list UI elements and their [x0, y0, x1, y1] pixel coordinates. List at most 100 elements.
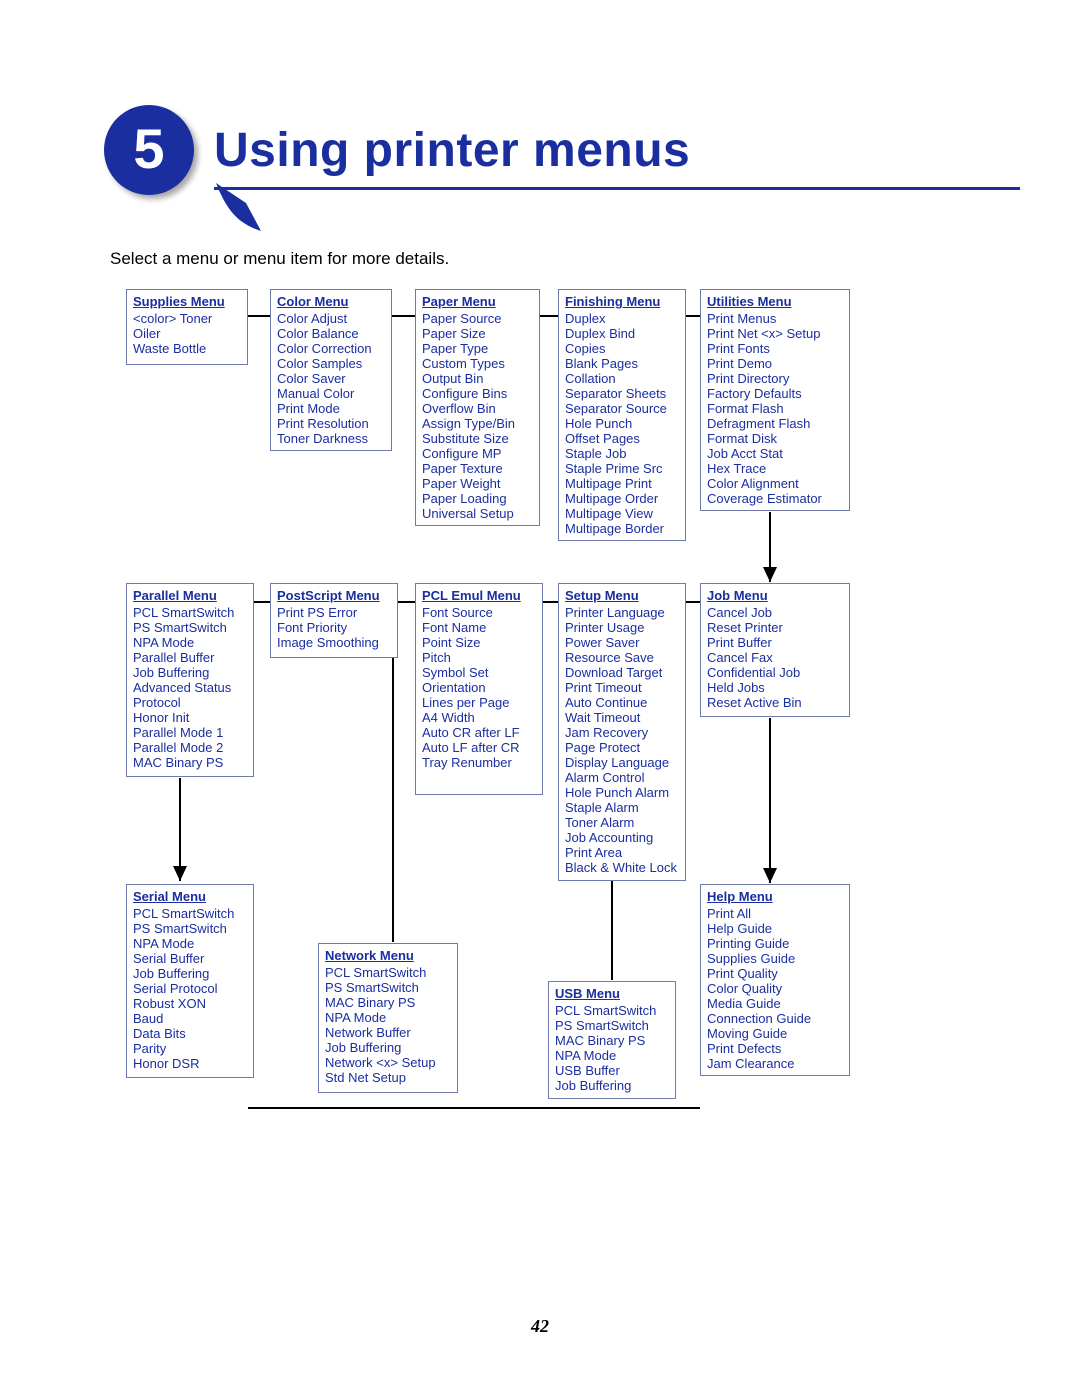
menu-item-link[interactable]: Coverage Estimator — [707, 491, 843, 506]
menu-item-link[interactable]: Honor Init — [133, 710, 247, 725]
menu-item-link[interactable]: Color Balance — [277, 326, 385, 341]
menu-title-link[interactable]: Finishing Menu — [565, 294, 679, 309]
menu-item-link[interactable]: Job Buffering — [325, 1040, 451, 1055]
menu-item-link[interactable]: Print Timeout — [565, 680, 679, 695]
menu-item-link[interactable]: Print Demo — [707, 356, 843, 371]
menu-item-link[interactable]: Parity — [133, 1041, 247, 1056]
menu-item-link[interactable]: Page Protect — [565, 740, 679, 755]
menu-item-link[interactable]: Advanced Status — [133, 680, 247, 695]
menu-item-link[interactable]: Auto Continue — [565, 695, 679, 710]
menu-item-link[interactable]: Duplex Bind — [565, 326, 679, 341]
menu-item-link[interactable]: PS SmartSwitch — [133, 620, 247, 635]
menu-item-link[interactable]: Image Smoothing — [277, 635, 391, 650]
menu-item-link[interactable]: Oiler — [133, 326, 241, 341]
menu-item-link[interactable]: Factory Defaults — [707, 386, 843, 401]
menu-item-link[interactable]: Print PS Error — [277, 605, 391, 620]
menu-item-link[interactable]: Overflow Bin — [422, 401, 533, 416]
menu-item-link[interactable]: Print Buffer — [707, 635, 843, 650]
menu-item-link[interactable]: Staple Prime Src — [565, 461, 679, 476]
menu-item-link[interactable]: Print Resolution — [277, 416, 385, 431]
menu-item-link[interactable]: Held Jobs — [707, 680, 843, 695]
menu-item-link[interactable]: Multipage View — [565, 506, 679, 521]
menu-item-link[interactable]: Symbol Set — [422, 665, 536, 680]
menu-title-link[interactable]: Paper Menu — [422, 294, 533, 309]
menu-item-link[interactable]: NPA Mode — [133, 635, 247, 650]
menu-item-link[interactable]: Multipage Border — [565, 521, 679, 536]
menu-item-link[interactable]: PCL SmartSwitch — [133, 906, 247, 921]
menu-item-link[interactable]: Paper Source — [422, 311, 533, 326]
menu-item-link[interactable]: Defragment Flash — [707, 416, 843, 431]
menu-item-link[interactable]: Honor DSR — [133, 1056, 247, 1071]
menu-item-link[interactable]: Substitute Size — [422, 431, 533, 446]
menu-item-link[interactable]: Wait Timeout — [565, 710, 679, 725]
menu-item-link[interactable]: Serial Buffer — [133, 951, 247, 966]
menu-item-link[interactable]: Printer Usage — [565, 620, 679, 635]
menu-item-link[interactable]: MAC Binary PS — [555, 1033, 669, 1048]
menu-item-link[interactable]: MAC Binary PS — [325, 995, 451, 1010]
menu-item-link[interactable]: Print Mode — [277, 401, 385, 416]
menu-title-link[interactable]: Help Menu — [707, 889, 843, 904]
menu-item-link[interactable]: Multipage Order — [565, 491, 679, 506]
menu-item-link[interactable]: Auto LF after CR — [422, 740, 536, 755]
menu-item-link[interactable]: Print Net <x> Setup — [707, 326, 843, 341]
menu-item-link[interactable]: Baud — [133, 1011, 247, 1026]
menu-item-link[interactable]: Media Guide — [707, 996, 843, 1011]
menu-title-link[interactable]: Job Menu — [707, 588, 843, 603]
menu-title-link[interactable]: PostScript Menu — [277, 588, 391, 603]
menu-item-link[interactable]: Hole Punch — [565, 416, 679, 431]
menu-item-link[interactable]: Print Defects — [707, 1041, 843, 1056]
menu-item-link[interactable]: Waste Bottle — [133, 341, 241, 356]
menu-item-link[interactable]: Print Area — [565, 845, 679, 860]
menu-item-link[interactable]: PCL SmartSwitch — [325, 965, 451, 980]
menu-item-link[interactable]: Configure Bins — [422, 386, 533, 401]
menu-item-link[interactable]: NPA Mode — [133, 936, 247, 951]
menu-item-link[interactable]: Confidential Job — [707, 665, 843, 680]
menu-item-link[interactable]: Point Size — [422, 635, 536, 650]
menu-item-link[interactable]: Black & White Lock — [565, 860, 679, 875]
menu-item-link[interactable]: USB Buffer — [555, 1063, 669, 1078]
menu-item-link[interactable]: PCL SmartSwitch — [555, 1003, 669, 1018]
menu-item-link[interactable]: Color Alignment — [707, 476, 843, 491]
menu-title-link[interactable]: Serial Menu — [133, 889, 247, 904]
menu-item-link[interactable]: Reset Printer — [707, 620, 843, 635]
menu-item-link[interactable]: Font Name — [422, 620, 536, 635]
menu-item-link[interactable]: Toner Darkness — [277, 431, 385, 446]
menu-item-link[interactable]: Reset Active Bin — [707, 695, 843, 710]
menu-item-link[interactable]: Lines per Page — [422, 695, 536, 710]
menu-item-link[interactable]: Paper Type — [422, 341, 533, 356]
menu-item-link[interactable]: PCL SmartSwitch — [133, 605, 247, 620]
menu-item-link[interactable]: Collation — [565, 371, 679, 386]
menu-item-link[interactable]: Copies — [565, 341, 679, 356]
menu-item-link[interactable]: Print Fonts — [707, 341, 843, 356]
menu-item-link[interactable]: Duplex — [565, 311, 679, 326]
menu-title-link[interactable]: PCL Emul Menu — [422, 588, 536, 603]
menu-item-link[interactable]: Output Bin — [422, 371, 533, 386]
menu-item-link[interactable]: Protocol — [133, 695, 247, 710]
menu-item-link[interactable]: Format Disk — [707, 431, 843, 446]
menu-item-link[interactable]: Manual Color — [277, 386, 385, 401]
menu-item-link[interactable]: Std Net Setup — [325, 1070, 451, 1085]
menu-item-link[interactable]: Power Saver — [565, 635, 679, 650]
menu-item-link[interactable]: Display Language — [565, 755, 679, 770]
menu-title-link[interactable]: Parallel Menu — [133, 588, 247, 603]
menu-item-link[interactable]: Job Buffering — [555, 1078, 669, 1093]
menu-title-link[interactable]: Supplies Menu — [133, 294, 241, 309]
menu-item-link[interactable]: Network Buffer — [325, 1025, 451, 1040]
menu-item-link[interactable]: Configure MP — [422, 446, 533, 461]
menu-item-link[interactable]: Paper Texture — [422, 461, 533, 476]
menu-item-link[interactable]: Tray Renumber — [422, 755, 536, 770]
menu-item-link[interactable]: Multipage Print — [565, 476, 679, 491]
menu-item-link[interactable]: Color Saver — [277, 371, 385, 386]
menu-item-link[interactable]: Job Buffering — [133, 966, 247, 981]
menu-item-link[interactable]: Connection Guide — [707, 1011, 843, 1026]
menu-item-link[interactable]: Moving Guide — [707, 1026, 843, 1041]
menu-item-link[interactable]: Network <x> Setup — [325, 1055, 451, 1070]
menu-item-link[interactable]: Auto CR after LF — [422, 725, 536, 740]
menu-title-link[interactable]: Network Menu — [325, 948, 451, 963]
menu-item-link[interactable]: Resource Save — [565, 650, 679, 665]
menu-item-link[interactable]: Paper Size — [422, 326, 533, 341]
menu-item-link[interactable]: Color Quality — [707, 981, 843, 996]
menu-title-link[interactable]: Utilities Menu — [707, 294, 843, 309]
menu-item-link[interactable]: Print Directory — [707, 371, 843, 386]
menu-item-link[interactable]: Custom Types — [422, 356, 533, 371]
